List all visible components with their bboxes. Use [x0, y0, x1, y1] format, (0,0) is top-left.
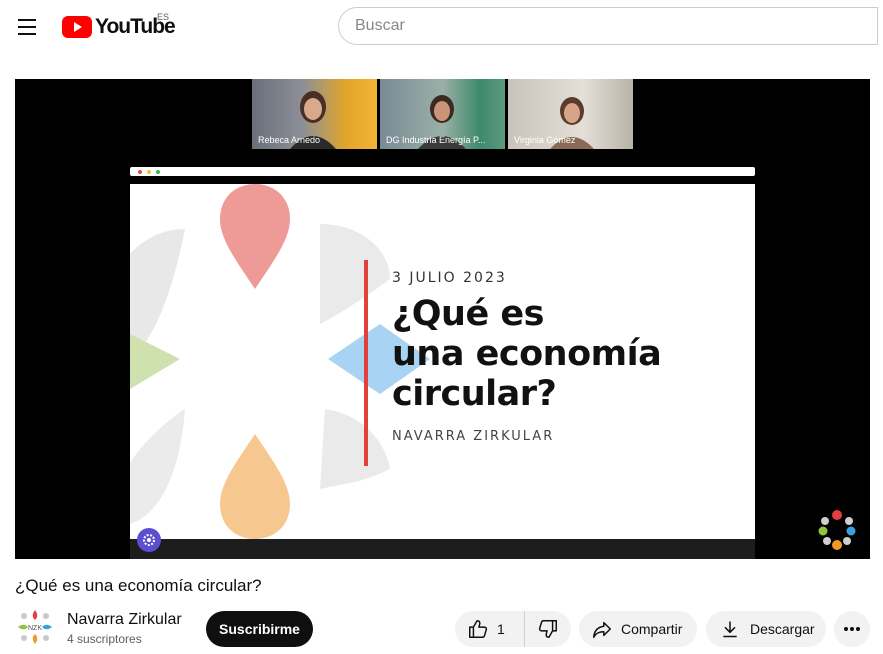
- channel-watermark-icon[interactable]: [815, 507, 859, 551]
- participant-tile: Virginia Gómez: [508, 79, 633, 149]
- participant-name: Rebeca Arnedo: [258, 135, 321, 145]
- dislike-button[interactable]: [525, 611, 571, 647]
- hamburger-icon: [18, 19, 36, 21]
- download-label: Descargar: [750, 621, 815, 637]
- share-label: Compartir: [621, 621, 683, 637]
- presentation-slide: 3 JULIO 2023 ¿Qué es una economía circul…: [130, 184, 755, 539]
- slide-window-bar: [130, 167, 755, 176]
- country-code: ES: [157, 12, 170, 22]
- gear-icon: [143, 534, 155, 546]
- participant-name: Virginia Gómez: [514, 135, 576, 145]
- search-input[interactable]: [338, 7, 878, 45]
- more-horizontal-icon: [844, 627, 860, 631]
- thumbs-up-icon: [469, 620, 488, 638]
- participant-tile: Rebeca Arnedo: [252, 79, 377, 149]
- subscriber-count: 4 suscriptores: [67, 632, 142, 646]
- more-actions-button[interactable]: [834, 611, 870, 647]
- presentation-toolbar: [130, 539, 755, 559]
- video-player[interactable]: Rebeca Arnedo DG Industria Energía P... …: [15, 79, 870, 559]
- settings-gear-button[interactable]: [137, 528, 161, 552]
- download-button[interactable]: Descargar: [706, 611, 826, 647]
- like-dislike-group: 1: [455, 611, 571, 647]
- share-arrow-icon: [593, 621, 611, 638]
- slide-date: 3 JULIO 2023: [392, 270, 507, 286]
- share-button[interactable]: Compartir: [579, 611, 697, 647]
- channel-avatar[interactable]: NZK: [15, 607, 55, 647]
- download-icon: [723, 621, 737, 638]
- like-count: 1: [497, 621, 505, 637]
- slide-accent-line: [364, 260, 368, 466]
- slide-organization: NAVARRA ZIRKULAR: [392, 429, 555, 444]
- menu-button[interactable]: [10, 10, 44, 44]
- video-title: ¿Qué es una economía circular?: [15, 576, 262, 595]
- like-button[interactable]: 1: [455, 611, 525, 647]
- nzk-logo-icon: NZK: [15, 607, 55, 647]
- slide-title: ¿Qué es una economía circular?: [392, 294, 662, 414]
- participant-tile: DG Industria Energía P...: [380, 79, 505, 149]
- thumbs-down-icon: [538, 620, 557, 638]
- youtube-play-icon: [62, 16, 92, 38]
- avatar-text: NZK: [28, 625, 42, 632]
- channel-name[interactable]: Navarra Zirkular: [67, 611, 182, 629]
- participant-name: DG Industria Energía P...: [386, 135, 486, 145]
- subscribe-button[interactable]: Suscribirme: [206, 611, 313, 647]
